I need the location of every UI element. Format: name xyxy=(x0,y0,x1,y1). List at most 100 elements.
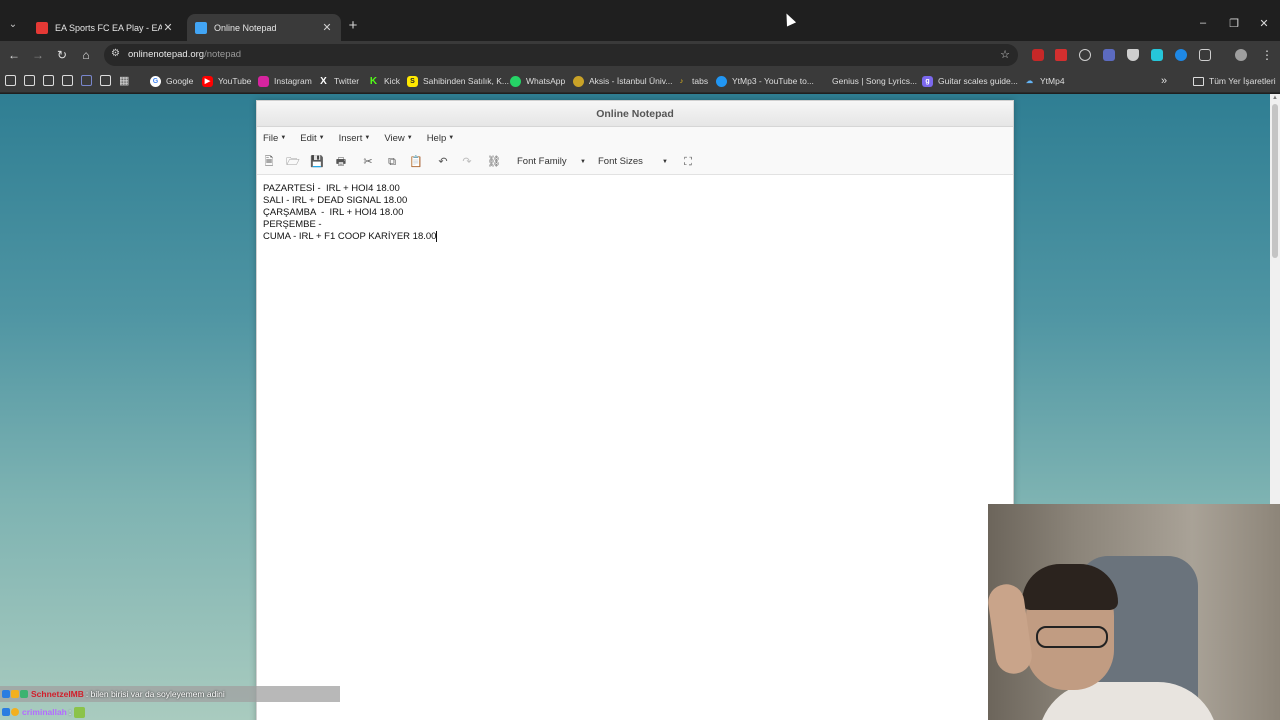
fullscreen-icon[interactable]: ⛶ xyxy=(681,155,695,169)
chat-badge-icon xyxy=(2,690,10,698)
scroll-up-arrow-icon[interactable]: ▲ xyxy=(1272,95,1278,101)
bookmark-instagram[interactable]: Instagram xyxy=(258,74,312,88)
apps-grid-icon[interactable]: ▦ xyxy=(119,74,129,87)
restore-icon[interactable]: ❐ xyxy=(1225,17,1243,30)
undo-icon[interactable]: ↶ xyxy=(436,155,450,169)
bookmark-app-icon[interactable] xyxy=(43,75,54,86)
print-icon[interactable]: 🖶 xyxy=(334,155,348,169)
close-tab-icon[interactable]: ✕ xyxy=(162,21,174,34)
profile-avatar[interactable] xyxy=(1235,49,1247,61)
text-line: PERŞEMBE - xyxy=(263,219,325,230)
google-icon: G xyxy=(150,75,161,87)
all-bookmarks-folder[interactable]: Tüm Yer İşaretleri xyxy=(1193,74,1276,88)
menu-insert[interactable]: Insert ▼ xyxy=(339,133,371,144)
menu-view[interactable]: View ▼ xyxy=(384,133,412,144)
bookmark-app-icon[interactable] xyxy=(81,75,92,86)
close-window-icon[interactable]: ✕ xyxy=(1255,17,1273,30)
text-line: PAZARTESİ - IRL + HOI4 18.00 xyxy=(263,183,400,194)
tab-title: EA Sports FC EA Play - EA Resmi xyxy=(55,22,162,33)
home-icon[interactable]: ⌂ xyxy=(78,47,94,63)
bookmark-youtube[interactable]: ▶ YouTube xyxy=(202,74,251,88)
bookmark-whatsapp[interactable]: WhatsApp xyxy=(510,74,565,88)
text-cursor xyxy=(436,231,438,242)
notepad-favicon-icon xyxy=(195,21,207,34)
cut-icon[interactable]: ✂ xyxy=(361,155,375,169)
menu-file[interactable]: File ▼ xyxy=(263,133,286,144)
paste-icon[interactable]: 📋 xyxy=(409,155,423,169)
guitar-icon: g xyxy=(922,75,933,87)
tab-search-chevron-icon[interactable]: ⌄ xyxy=(6,18,20,32)
bookmark-app-icon[interactable] xyxy=(24,75,35,86)
tab-title: Online Notepad xyxy=(214,22,277,33)
notepad-window: Online Notepad File ▼ Edit ▼ Insert ▼ View ▼… xyxy=(256,100,1014,720)
menu-edit[interactable]: Edit ▼ xyxy=(300,133,324,144)
sahibinden-icon: S xyxy=(407,75,418,87)
more-bookmarks-chevron-icon[interactable]: » xyxy=(1161,74,1167,88)
extension-search-icon[interactable] xyxy=(1079,49,1091,61)
forward-arrow-icon[interactable]: → xyxy=(30,47,46,63)
extension-red-icon[interactable] xyxy=(1032,49,1044,61)
extension-shield-icon[interactable] xyxy=(1127,49,1139,61)
bookmark-aksis[interactable]: Aksis - İstanbul Üniv... xyxy=(573,74,672,88)
minimize-icon[interactable]: – xyxy=(1194,17,1212,29)
extension-translate-icon[interactable] xyxy=(1103,49,1115,61)
bookmark-app-icon[interactable] xyxy=(100,75,111,86)
bookmark-twitter[interactable]: X Twitter xyxy=(318,74,359,88)
bookmark-star-icon[interactable]: ☆ xyxy=(1000,48,1010,61)
open-file-icon[interactable]: 🗁 xyxy=(286,155,300,169)
reload-icon[interactable]: ↻ xyxy=(54,47,70,63)
text-line: ÇARŞAMBA - IRL + HOI4 18.00 xyxy=(263,207,404,218)
redo-icon[interactable]: ↷ xyxy=(460,155,474,169)
chat-username: criminallah xyxy=(22,707,67,717)
extension-cyan-icon[interactable] xyxy=(1151,49,1163,61)
new-tab-plus-icon[interactable]: + xyxy=(346,18,360,34)
tab-online-notepad[interactable]: Online Notepad ✕ xyxy=(187,14,341,41)
site-info-icon[interactable]: ⚙ xyxy=(111,48,120,59)
genius-icon xyxy=(816,76,827,87)
new-document-icon[interactable]: 🗎 xyxy=(262,155,276,169)
bookmark-app-icon[interactable] xyxy=(5,75,16,86)
whatsapp-icon xyxy=(510,75,521,87)
tabs-icon: ♪ xyxy=(679,77,684,85)
scrollbar-thumb[interactable] xyxy=(1272,104,1278,258)
notepad-text-area[interactable]: PAZARTESİ - IRL + HOI4 18.00 SALI - IRL … xyxy=(257,176,1013,250)
address-bar[interactable]: ⚙ onlinenotepad.org/notepad ☆ xyxy=(104,44,1018,66)
bookmark-ytmp3[interactable]: YtMp3 - YouTube to... xyxy=(716,74,814,88)
ea-favicon-icon xyxy=(36,21,48,34)
back-arrow-icon[interactable]: ← xyxy=(6,47,22,63)
address-url: onlinenotepad.org/notepad xyxy=(128,49,242,60)
close-tab-icon[interactable]: ✕ xyxy=(321,21,333,34)
extensions-puzzle-icon[interactable] xyxy=(1199,49,1211,61)
copy-icon[interactable]: ⧉ xyxy=(385,155,399,169)
bookmark-ytmp4[interactable]: ☁ YtMp4 xyxy=(1024,74,1065,88)
chat-text: : xyxy=(68,707,72,717)
chat-username: SchnetzelMB xyxy=(31,689,84,699)
chat-message: SchnetzelMB : bilen birisi var da soyley… xyxy=(0,686,340,702)
extension-blue-icon[interactable] xyxy=(1175,49,1187,61)
bookmark-tabs[interactable]: ♪ tabs xyxy=(676,74,708,88)
find-binoculars-icon[interactable]: ⛓ xyxy=(487,155,501,169)
notepad-title: Online Notepad xyxy=(257,101,1013,127)
bookmark-kick[interactable]: K Kick xyxy=(368,74,400,88)
bookmark-guitar-scales[interactable]: g Guitar scales guide... xyxy=(922,74,1018,88)
bookmark-app-icon[interactable] xyxy=(62,75,73,86)
bookmark-google[interactable]: G Google xyxy=(150,74,193,88)
bookmark-genius[interactable]: Genius | Song Lyrics... xyxy=(816,74,917,88)
chat-badge-icon xyxy=(11,708,19,716)
webcam-overlay xyxy=(988,504,1280,720)
folder-icon xyxy=(1193,76,1204,86)
stream-chat-overlay: SchnetzelMB : bilen birisi var da soyley… xyxy=(0,686,340,720)
bookmark-sahibinden[interactable]: S Sahibinden Satılık, K... xyxy=(407,74,509,88)
chat-message: criminallah : xyxy=(0,704,86,720)
ytmp4-icon: ☁ xyxy=(1026,77,1033,85)
youtube-icon: ▶ xyxy=(202,75,213,87)
extension-tp-icon[interactable] xyxy=(1055,49,1067,61)
text-line: SALI - IRL + DEAD SIGNAL 18.00 xyxy=(263,195,408,206)
font-family-select[interactable]: Font Family ▼ xyxy=(517,156,589,167)
menu-help[interactable]: Help ▼ xyxy=(427,133,455,144)
browser-menu-icon[interactable]: ⋮ xyxy=(1259,47,1275,63)
tab-ea-sports[interactable]: EA Sports FC EA Play - EA Resmi ✕ xyxy=(28,14,182,41)
font-sizes-select[interactable]: Font Sizes ▼ xyxy=(598,156,670,167)
chat-badge-icon xyxy=(20,690,28,698)
save-icon[interactable]: 💾 xyxy=(310,155,324,169)
